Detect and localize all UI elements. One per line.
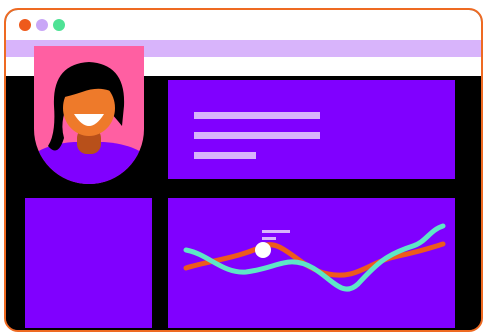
- maximize-dot[interactable]: [53, 19, 65, 31]
- tooltip-line: [262, 237, 276, 240]
- chart-card: [168, 198, 455, 328]
- chart-marker: [255, 242, 271, 258]
- close-dot[interactable]: [19, 19, 31, 31]
- placeholder-line: [194, 132, 320, 139]
- line-chart: [183, 223, 446, 292]
- avatar[interactable]: [34, 46, 144, 184]
- avatar-illustration: [34, 46, 144, 184]
- header-card: [168, 80, 455, 179]
- placeholder-line: [194, 112, 320, 119]
- placeholder-line: [194, 152, 256, 159]
- side-card: [25, 198, 152, 328]
- tooltip-line: [262, 230, 290, 233]
- minimize-dot[interactable]: [36, 19, 48, 31]
- window-titlebar: [6, 10, 481, 40]
